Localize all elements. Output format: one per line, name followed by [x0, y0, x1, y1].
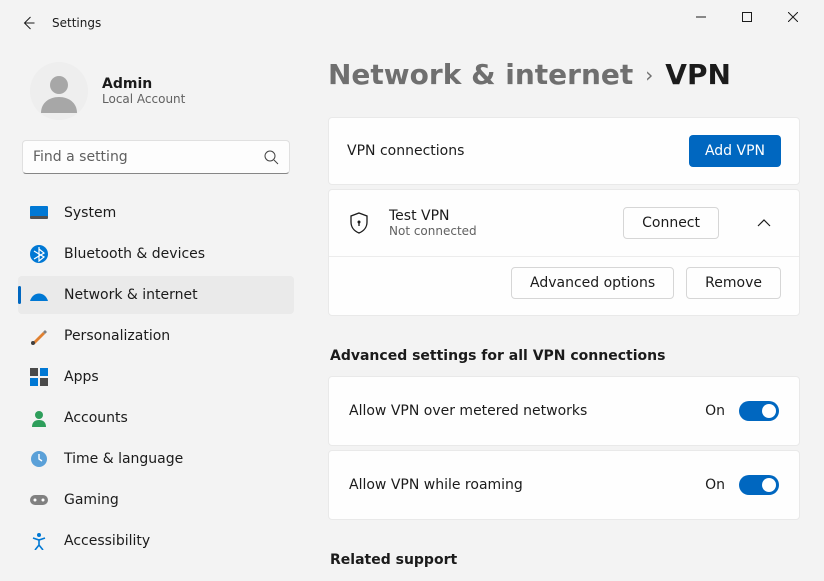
accessibility-icon	[30, 532, 48, 550]
sidebar-item-label: Network & internet	[64, 287, 198, 303]
main-content: Network & internet › VPN VPN connections…	[304, 46, 824, 581]
close-icon	[788, 12, 798, 22]
time-icon	[30, 450, 48, 468]
sidebar-item-network[interactable]: Network & internet	[18, 276, 294, 314]
breadcrumb: Network & internet › VPN	[328, 58, 800, 91]
bluetooth-icon	[30, 245, 48, 263]
remove-button[interactable]: Remove	[686, 267, 781, 299]
sidebar-item-gaming[interactable]: Gaming	[18, 481, 294, 519]
window-title: Settings	[52, 16, 101, 30]
toggle-state-label: On	[705, 477, 725, 493]
minimize-button[interactable]	[678, 1, 724, 33]
back-button[interactable]	[8, 3, 48, 43]
toggle-state-label: On	[705, 403, 725, 419]
advanced-options-button[interactable]: Advanced options	[511, 267, 674, 299]
collapse-button[interactable]	[747, 206, 781, 240]
user-subtitle: Local Account	[102, 92, 185, 106]
back-arrow-icon	[20, 15, 36, 31]
connect-button[interactable]: Connect	[623, 207, 719, 239]
roaming-card: Allow VPN while roaming On	[328, 450, 800, 520]
metered-networks-card: Allow VPN over metered networks On	[328, 376, 800, 446]
user-card[interactable]: Admin Local Account	[18, 46, 294, 138]
close-button[interactable]	[770, 1, 816, 33]
search-icon	[264, 150, 279, 165]
accounts-icon	[30, 409, 48, 427]
search-box[interactable]	[22, 140, 290, 174]
sidebar-item-label: Accounts	[64, 410, 128, 426]
sidebar-item-accessibility[interactable]: Accessibility	[18, 522, 294, 560]
vpn-connection-status: Not connected	[389, 224, 477, 238]
advanced-settings-title: Advanced settings for all VPN connection…	[330, 348, 800, 364]
chevron-up-icon	[757, 218, 771, 228]
metered-networks-toggle[interactable]	[739, 401, 779, 421]
toggle-label: Allow VPN while roaming	[349, 477, 523, 493]
shield-icon	[347, 212, 371, 234]
search-input[interactable]	[33, 149, 264, 165]
toggle-label: Allow VPN over metered networks	[349, 403, 587, 419]
sidebar-item-system[interactable]: System	[18, 194, 294, 232]
related-support-title: Related support	[330, 552, 800, 568]
vpn-connection-row[interactable]: Test VPN Not connected Connect	[329, 190, 799, 256]
titlebar: Settings	[0, 0, 824, 46]
sidebar-item-bluetooth[interactable]: Bluetooth & devices	[18, 235, 294, 273]
sidebar-item-label: Apps	[64, 369, 99, 385]
window-controls	[678, 13, 816, 33]
sidebar-item-label: Personalization	[64, 328, 170, 344]
vpn-actions-row: Advanced options Remove	[329, 256, 799, 315]
network-icon	[30, 286, 48, 304]
user-name: Admin	[102, 76, 185, 92]
breadcrumb-parent[interactable]: Network & internet	[328, 58, 633, 91]
vpn-connections-card: VPN connections Add VPN	[328, 117, 800, 185]
sidebar-item-label: Accessibility	[64, 533, 150, 549]
avatar-icon	[37, 69, 81, 113]
sidebar-item-label: Time & language	[64, 451, 183, 467]
maximize-icon	[742, 12, 752, 22]
apps-icon	[30, 368, 48, 386]
sidebar-item-label: System	[64, 205, 116, 221]
add-vpn-button[interactable]: Add VPN	[689, 135, 781, 167]
vpn-connection-name: Test VPN	[389, 208, 477, 224]
chevron-right-icon: ›	[645, 63, 653, 87]
sidebar-item-apps[interactable]: Apps	[18, 358, 294, 396]
sidebar-item-label: Bluetooth & devices	[64, 246, 205, 262]
breadcrumb-current: VPN	[665, 58, 731, 91]
gaming-icon	[30, 491, 48, 509]
nav-list: System Bluetooth & devices Network & int…	[18, 194, 294, 560]
roaming-toggle[interactable]	[739, 475, 779, 495]
vpn-connections-title: VPN connections	[347, 143, 464, 159]
maximize-button[interactable]	[724, 1, 770, 33]
system-icon	[30, 204, 48, 222]
vpn-connection-card: Test VPN Not connected Connect Advanced …	[328, 189, 800, 316]
sidebar: Admin Local Account System Bluetooth & d…	[0, 46, 304, 581]
sidebar-item-accounts[interactable]: Accounts	[18, 399, 294, 437]
sidebar-item-label: Gaming	[64, 492, 119, 508]
personalization-icon	[30, 327, 48, 345]
avatar	[30, 62, 88, 120]
sidebar-item-personalization[interactable]: Personalization	[18, 317, 294, 355]
sidebar-item-time[interactable]: Time & language	[18, 440, 294, 478]
minimize-icon	[696, 12, 706, 22]
